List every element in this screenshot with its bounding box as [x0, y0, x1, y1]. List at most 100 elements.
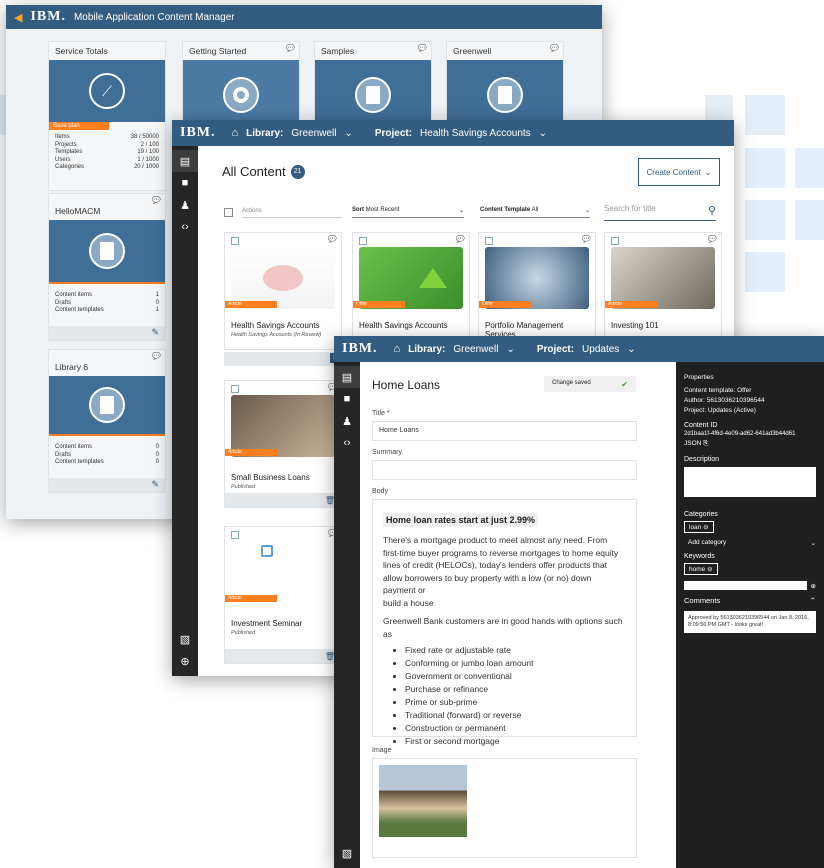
chevron-down-icon[interactable]: ⌄: [627, 344, 635, 355]
tile-checkbox[interactable]: [611, 237, 619, 245]
tile-checkbox[interactable]: [231, 385, 239, 393]
pencil-icon[interactable]: ✎: [151, 479, 159, 490]
comment-icon[interactable]: 💬: [550, 44, 559, 52]
content-id-label: Content ID: [684, 422, 718, 429]
comment-icon[interactable]: 💬: [152, 352, 161, 360]
content-icon[interactable]: ▤: [334, 366, 360, 388]
person-icon[interactable]: ♟: [334, 410, 360, 432]
select-all-checkbox[interactable]: [224, 208, 233, 217]
comment-icon[interactable]: 💬: [708, 235, 717, 243]
comment-icon[interactable]: 💬: [456, 235, 465, 243]
comment-icon[interactable]: 💬: [582, 235, 591, 243]
project-select[interactable]: Health Savings Accounts: [420, 128, 531, 139]
service-totals-card[interactable]: Service Totals ⟋ Base plan Items 38 / 500…: [48, 41, 166, 191]
content-icon[interactable]: ▤: [172, 150, 198, 172]
keyword-chip[interactable]: home ⊖: [684, 563, 718, 575]
briefcase-icon[interactable]: ■: [334, 388, 360, 410]
card-hero: ⟋: [49, 60, 165, 122]
count-badge: 21: [290, 164, 305, 179]
content-list-header: IBM. ⌂ Library: Greenwell ⌄ Project: Heal…: [172, 120, 734, 146]
project-label: Project:: [536, 343, 575, 355]
document-icon[interactable]: ▧: [172, 628, 198, 650]
page-title: All Content 21: [222, 164, 305, 179]
editor-form: Title * Home Loans Summary Body Home loa…: [372, 402, 637, 858]
home-icon[interactable]: ⌂: [394, 343, 401, 355]
type-tag: Offer: [479, 301, 531, 308]
actions-dropdown[interactable]: Actions: [242, 208, 342, 218]
remove-icon[interactable]: ⊖: [707, 566, 712, 573]
options-list: Fixed rate or adjustable rate Conforming…: [405, 644, 626, 748]
body-paragraph: build a house: [383, 597, 434, 608]
properties-panel: Properties Content template: Offer Autho…: [676, 362, 824, 868]
sort-dropdown[interactable]: Sort Most Recent ⌄: [352, 207, 464, 218]
content-tile[interactable]: 💬 Article Investing 101: [604, 232, 722, 350]
body-editor[interactable]: Home loan rates start at just 2.99% Ther…: [372, 499, 637, 746]
briefcase-icon[interactable]: ■: [172, 172, 198, 194]
hellomacm-card[interactable]: 💬 HelloMACM Content items 1 Drafts 0 Conte…: [48, 193, 166, 341]
bg-tile: [745, 148, 785, 188]
content-tile[interactable]: 💬 Offer Health Savings Accounts: [352, 232, 470, 350]
library-select[interactable]: Greenwell: [291, 128, 336, 139]
description-field[interactable]: [684, 467, 816, 497]
content-tile[interactable]: 💬 Article Health Savings Accounts Health…: [224, 232, 342, 350]
home-icon[interactable]: ⌂: [232, 127, 239, 139]
comments-header[interactable]: Comments ⌃: [684, 596, 816, 605]
globe-icon[interactable]: ⊕: [172, 650, 198, 672]
comment-icon[interactable]: 💬: [328, 235, 337, 243]
keyword-input[interactable]: [684, 581, 807, 590]
add-category-dropdown[interactable]: Add category ⌄: [684, 539, 816, 547]
project-label: Project:: [374, 127, 413, 139]
library-select[interactable]: Greenwell: [453, 344, 498, 355]
pencil-icon[interactable]: ✎: [151, 327, 159, 338]
template-dropdown[interactable]: Content Template All ⌄: [480, 207, 590, 218]
stat-row: Users 1 / 1000: [55, 156, 159, 163]
comment-icon[interactable]: 💬: [418, 44, 427, 52]
card-footer: ✎: [49, 326, 165, 340]
author: Author: 5613036210396544: [684, 397, 765, 404]
title-field[interactable]: Home Loans: [372, 421, 637, 441]
greenwell-card[interactable]: 💬 Greenwell: [446, 41, 564, 131]
tile-checkbox[interactable]: [359, 237, 367, 245]
card-title: Greenwell: [453, 46, 492, 56]
json-link[interactable]: JSON ⎘: [684, 440, 816, 448]
person-icon[interactable]: ♟: [172, 194, 198, 216]
content-tile[interactable]: 💬 Article Small Business Loans Published…: [224, 380, 342, 508]
content-tile[interactable]: 💬 Offer Portfolio Management Services: [478, 232, 596, 350]
code-icon[interactable]: ‹›: [172, 216, 198, 238]
content-tile[interactable]: 💬 Article Investment Seminar Published 🗑: [224, 526, 342, 664]
tile-title: Small Business Loans: [231, 473, 310, 482]
document-icon[interactable]: ▧: [334, 842, 360, 864]
tile-checkbox[interactable]: [231, 531, 239, 539]
add-icon[interactable]: ⊕: [811, 582, 816, 590]
content-sidebar: ▤ ■ ♟ ‹› ▧ ⊕: [172, 146, 198, 676]
getting-started-card[interactable]: 💬 Getting Started: [182, 41, 300, 131]
tile-checkbox[interactable]: [231, 237, 239, 245]
stat-row: Content items 0: [55, 444, 159, 450]
library-6-card[interactable]: 💬 Library 6 Content items 0 Drafts 0 Conte…: [48, 349, 166, 493]
chevron-down-icon[interactable]: ⌄: [506, 344, 514, 355]
project-select[interactable]: Updates: [582, 344, 619, 355]
comment-icon[interactable]: 💬: [152, 196, 161, 204]
list-item: Government or conventional: [405, 670, 626, 683]
summary-field[interactable]: [372, 460, 637, 480]
copy-icon[interactable]: ⎘: [703, 440, 708, 447]
tile-checkbox[interactable]: [485, 237, 493, 245]
image-field[interactable]: [372, 758, 637, 858]
search-input[interactable]: Search for title ⚲: [604, 204, 716, 221]
remove-icon[interactable]: ⊖: [703, 524, 708, 531]
create-content-button[interactable]: Create Content ⌄: [638, 158, 720, 186]
tile-footer: 🗑: [225, 649, 341, 663]
body-paragraph: There's a mortgage product to meet almos…: [383, 535, 619, 595]
samples-card[interactable]: 💬 Samples: [314, 41, 432, 131]
code-icon[interactable]: ‹›: [334, 432, 360, 454]
type-tag: Offer: [353, 301, 405, 308]
card-title: Library 6: [55, 362, 89, 372]
comment-icon[interactable]: 💬: [286, 44, 295, 52]
category-chip[interactable]: loan ⊖: [684, 521, 714, 533]
chevron-down-icon[interactable]: ⌄: [344, 128, 352, 139]
back-icon[interactable]: ◀: [14, 11, 22, 24]
search-icon[interactable]: ⚲: [708, 204, 716, 217]
chevron-down-icon: ⌄: [584, 208, 590, 214]
chevron-down-icon[interactable]: ⌄: [539, 128, 547, 139]
stat-row: Drafts 0: [55, 299, 159, 306]
